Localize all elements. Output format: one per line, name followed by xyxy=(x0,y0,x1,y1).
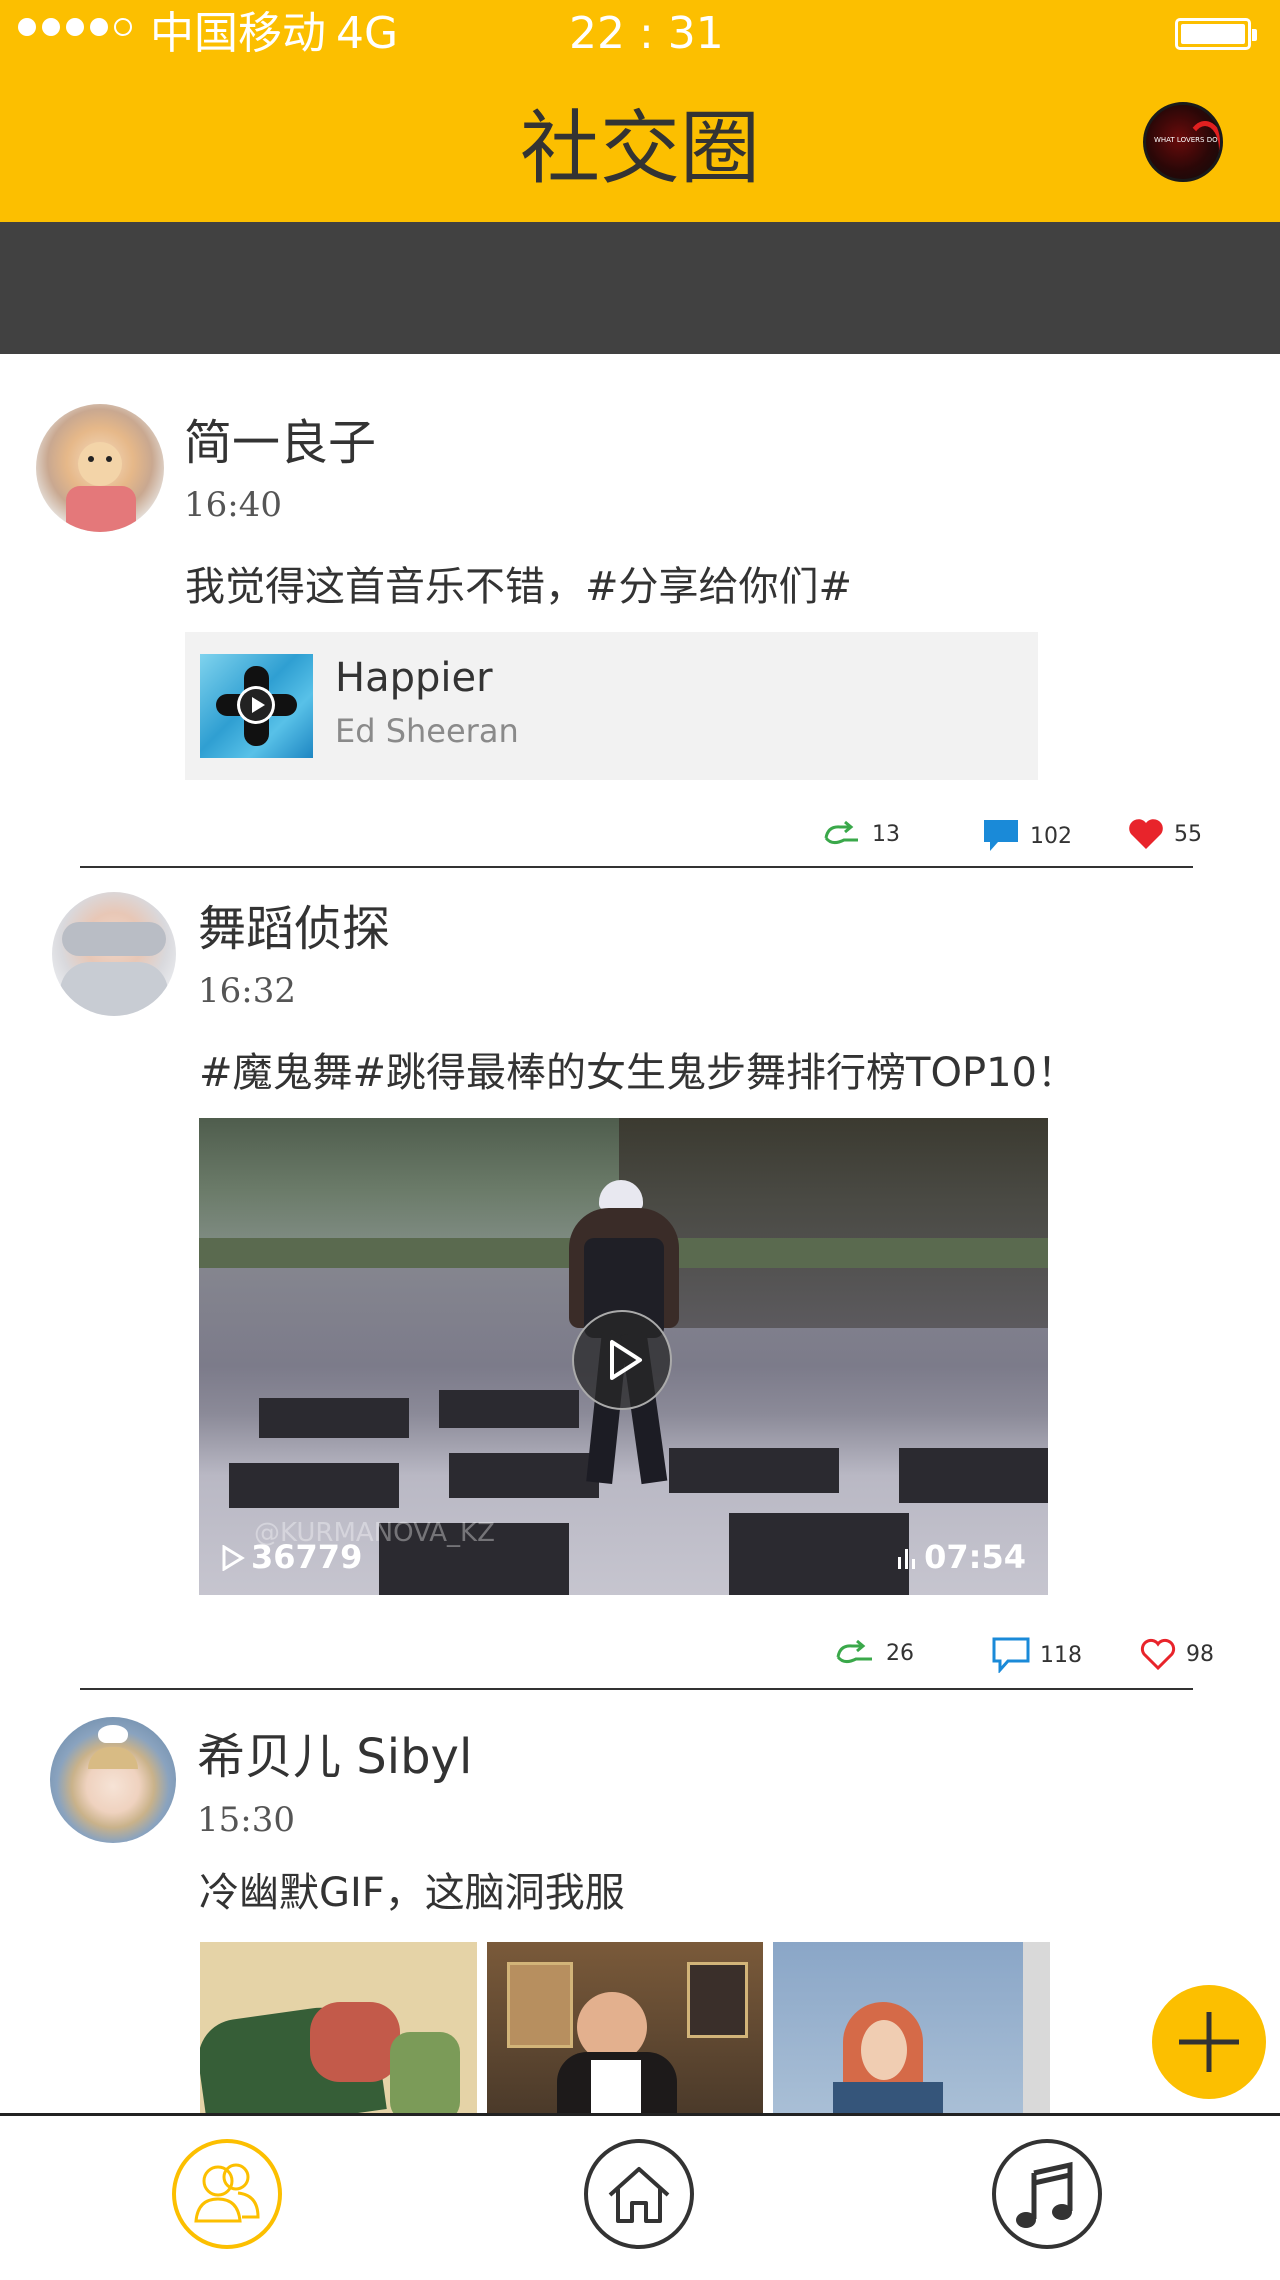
bars-icon xyxy=(898,1549,916,1569)
video-duration: 07:54 xyxy=(896,1538,1026,1576)
post-text: #魔鬼舞#跳得最棒的女生鬼步舞排行榜TOP10！ xyxy=(199,1050,1077,1096)
comment-count: 102 xyxy=(1030,823,1072,849)
banner[interactable] xyxy=(0,222,1280,354)
clock: 22 : 31 xyxy=(569,8,724,59)
comment-count: 118 xyxy=(1040,1642,1082,1668)
avatar[interactable] xyxy=(52,892,176,1016)
post-username[interactable]: 希贝儿 Sibyl xyxy=(197,1729,472,1785)
share-icon xyxy=(824,820,858,845)
post-username[interactable]: 简一良子 xyxy=(184,415,376,471)
play-count-icon xyxy=(222,1544,245,1572)
bottom-nav xyxy=(0,2113,1280,2280)
post-divider xyxy=(80,1688,1193,1690)
like-count: 98 xyxy=(1186,1641,1214,1667)
album-cover xyxy=(200,654,313,758)
play-icon[interactable] xyxy=(237,686,275,724)
song-artist: Ed Sheeran xyxy=(335,712,519,750)
comment-icon xyxy=(992,1637,1030,1673)
post-divider xyxy=(80,866,1193,868)
like-count: 55 xyxy=(1174,821,1202,847)
post-time: 16:32 xyxy=(198,971,296,1011)
tab-music[interactable] xyxy=(992,2139,1102,2249)
avatar[interactable] xyxy=(36,404,164,532)
share-icon xyxy=(836,1639,872,1664)
share-button[interactable]: 26 xyxy=(834,1639,914,1667)
gif-image[interactable] xyxy=(487,1942,763,2113)
post-text: 冷幽默GIF，这脑洞我服 xyxy=(199,1870,625,1916)
comment-button[interactable]: 118 xyxy=(992,1637,1082,1673)
share-button[interactable]: 13 xyxy=(822,820,900,848)
like-button[interactable]: 98 xyxy=(1140,1638,1214,1670)
song-title: Happier xyxy=(335,655,493,701)
tab-home[interactable] xyxy=(584,2139,694,2249)
gif-image[interactable] xyxy=(200,1942,477,2113)
view-count: 36779 xyxy=(221,1538,362,1576)
carrier-label: 中国移动 xyxy=(150,8,326,59)
friends-icon xyxy=(194,2163,260,2223)
network-label: 4G xyxy=(336,8,399,59)
app-header: 中国移动 4G 22 : 31 社交圈 WHAT LOVERS DO xyxy=(0,0,1280,222)
avatar[interactable] xyxy=(50,1717,176,1843)
post-text: 我觉得这首音乐不错，#分享给你们# xyxy=(185,564,853,610)
post-username[interactable]: 舞蹈侦探 xyxy=(198,901,390,957)
comment-icon xyxy=(984,820,1018,851)
music-note-icon xyxy=(1016,2161,1073,2228)
heart-icon xyxy=(1129,819,1163,849)
avatar-caption: WHAT LOVERS DO xyxy=(1154,136,1218,144)
plus-icon xyxy=(1179,2012,1239,2072)
header-avatar[interactable]: WHAT LOVERS DO xyxy=(1143,102,1223,182)
page-title: 社交圈 xyxy=(520,102,760,195)
music-card[interactable]: Happier Ed Sheeran xyxy=(185,632,1038,780)
heart-icon xyxy=(1140,1638,1176,1670)
add-post-button[interactable] xyxy=(1152,1985,1266,2099)
play-icon[interactable] xyxy=(572,1310,672,1410)
home-icon xyxy=(608,2167,670,2223)
signal-strength-icon xyxy=(18,18,132,36)
gif-image[interactable] xyxy=(773,1942,1050,2113)
share-count: 13 xyxy=(872,821,900,847)
comment-button[interactable]: 102 xyxy=(982,818,1072,854)
video-player[interactable]: @KURMANOVA_KZ 36779 07:54 xyxy=(199,1118,1048,1595)
like-button[interactable]: 55 xyxy=(1128,818,1202,850)
share-count: 26 xyxy=(886,1640,914,1666)
post-time: 16:40 xyxy=(184,485,282,525)
battery-icon xyxy=(1175,18,1257,50)
tab-social-circle[interactable] xyxy=(172,2139,282,2249)
post-time: 15:30 xyxy=(197,1800,295,1840)
